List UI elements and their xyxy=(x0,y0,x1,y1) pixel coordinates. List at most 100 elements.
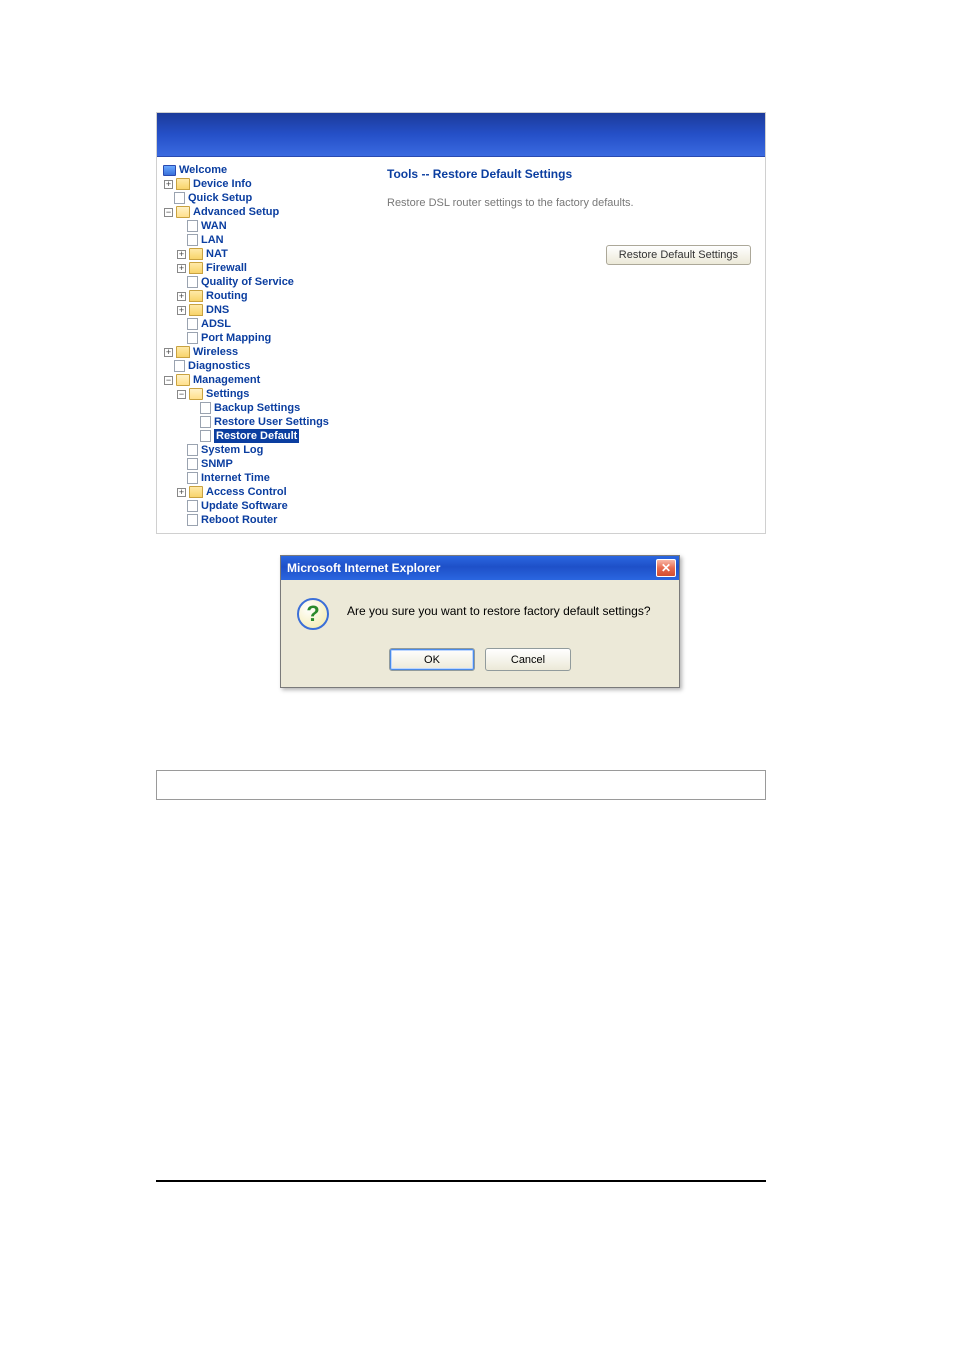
tree-item-backup-settings[interactable]: Backup Settings xyxy=(163,401,371,415)
dialog-close-button[interactable]: ✕ xyxy=(656,559,676,577)
tree-item-adsl[interactable]: ADSL xyxy=(163,317,371,331)
dialog-message: Are you sure you want to restore factory… xyxy=(347,598,651,618)
file-icon xyxy=(200,416,211,428)
expander-icon[interactable]: − xyxy=(163,375,174,386)
tree-label: NAT xyxy=(206,247,228,261)
tree-label: Restore User Settings xyxy=(214,415,329,429)
tree-label: Advanced Setup xyxy=(193,205,279,219)
expander-icon[interactable]: + xyxy=(163,347,174,358)
confirm-dialog: Microsoft Internet Explorer ✕ ? Are you … xyxy=(280,555,680,688)
expander-icon[interactable]: − xyxy=(176,389,187,400)
tree-item-device-info[interactable]: + Device Info xyxy=(163,177,371,191)
tree-item-management[interactable]: − Management xyxy=(163,373,371,387)
tree-label: DNS xyxy=(206,303,229,317)
file-icon xyxy=(187,234,198,246)
content-button-row: Restore Default Settings xyxy=(387,245,751,265)
tree-item-routing[interactable]: + Routing xyxy=(163,289,371,303)
tree-label: ADSL xyxy=(201,317,231,331)
tree-label: Backup Settings xyxy=(214,401,300,415)
tree-item-port-mapping[interactable]: Port Mapping xyxy=(163,331,371,345)
tree-label-selected: Restore Default xyxy=(214,429,299,443)
tree-label: Diagnostics xyxy=(188,359,250,373)
tree-item-internet-time[interactable]: Internet Time xyxy=(163,471,371,485)
tree-item-qos[interactable]: Quality of Service xyxy=(163,275,371,289)
tree-item-wireless[interactable]: + Wireless xyxy=(163,345,371,359)
dialog-titlebar[interactable]: Microsoft Internet Explorer ✕ xyxy=(281,556,679,580)
folder-icon xyxy=(189,262,203,274)
tree-label: Wireless xyxy=(193,345,238,359)
file-icon xyxy=(187,276,198,288)
tree-item-system-log[interactable]: System Log xyxy=(163,443,371,457)
close-icon: ✕ xyxy=(661,561,671,575)
expander-icon[interactable]: + xyxy=(176,305,187,316)
folder-icon xyxy=(176,346,190,358)
tree-label: System Log xyxy=(201,443,263,457)
tree-label: Quick Setup xyxy=(188,191,252,205)
tree-label: Firewall xyxy=(206,261,247,275)
dialog-title: Microsoft Internet Explorer xyxy=(287,561,440,575)
expander-icon[interactable]: − xyxy=(163,207,174,218)
folder-icon xyxy=(176,178,190,190)
tree-item-diagnostics[interactable]: Diagnostics xyxy=(163,359,371,373)
question-glyph: ? xyxy=(306,601,319,627)
expander-icon[interactable]: + xyxy=(176,263,187,274)
tree-item-access-control[interactable]: + Access Control xyxy=(163,485,371,499)
footer-separator xyxy=(156,1180,766,1182)
expander-icon[interactable]: + xyxy=(176,291,187,302)
tree-label: Welcome xyxy=(179,163,227,177)
file-icon xyxy=(174,192,185,204)
file-icon xyxy=(187,458,198,470)
tree-label: Settings xyxy=(206,387,249,401)
dialog-button-row: OK Cancel xyxy=(281,640,679,687)
tree-label: Port Mapping xyxy=(201,331,271,345)
expander-icon[interactable]: + xyxy=(176,487,187,498)
tree-label: Quality of Service xyxy=(201,275,294,289)
tree-item-restore-default[interactable]: Restore Default xyxy=(163,429,371,443)
file-icon xyxy=(200,402,211,414)
tree-label: WAN xyxy=(201,219,227,233)
tree-label: Management xyxy=(193,373,260,387)
tree-item-dns[interactable]: + DNS xyxy=(163,303,371,317)
ok-button[interactable]: OK xyxy=(389,648,475,671)
panel-header-bar xyxy=(157,113,765,157)
tree-item-settings[interactable]: − Settings xyxy=(163,387,371,401)
nav-tree: Welcome + Device Info Quick Setup − Adva… xyxy=(157,157,377,533)
dialog-body: ? Are you sure you want to restore facto… xyxy=(281,580,679,640)
expander-icon[interactable]: + xyxy=(163,179,174,190)
folder-open-icon xyxy=(176,374,190,386)
tree-label: Access Control xyxy=(206,485,287,499)
panel-body: Welcome + Device Info Quick Setup − Adva… xyxy=(157,157,765,533)
tree-label: Device Info xyxy=(193,177,252,191)
tree-label: Update Software xyxy=(201,499,288,513)
folder-open-icon xyxy=(189,388,203,400)
outline-box xyxy=(156,770,766,800)
question-icon: ? xyxy=(297,598,329,630)
tree-item-nat[interactable]: + NAT xyxy=(163,247,371,261)
tree-item-snmp[interactable]: SNMP xyxy=(163,457,371,471)
tree-item-update-software[interactable]: Update Software xyxy=(163,499,371,513)
router-admin-panel: Welcome + Device Info Quick Setup − Adva… xyxy=(156,112,766,534)
folder-open-icon xyxy=(176,206,190,218)
tree-label: Internet Time xyxy=(201,471,270,485)
tree-item-welcome[interactable]: Welcome xyxy=(163,163,371,177)
tree-item-wan[interactable]: WAN xyxy=(163,219,371,233)
folder-icon xyxy=(189,486,203,498)
tree-item-restore-user-settings[interactable]: Restore User Settings xyxy=(163,415,371,429)
content-description: Restore DSL router settings to the facto… xyxy=(387,197,751,209)
tree-item-advanced-setup[interactable]: − Advanced Setup xyxy=(163,205,371,219)
cancel-button[interactable]: Cancel xyxy=(485,648,571,671)
tree-item-lan[interactable]: LAN xyxy=(163,233,371,247)
restore-default-settings-button[interactable]: Restore Default Settings xyxy=(606,245,751,265)
content-title: Tools -- Restore Default Settings xyxy=(387,167,751,181)
tree-label: Reboot Router xyxy=(201,513,277,527)
tree-item-quick-setup[interactable]: Quick Setup xyxy=(163,191,371,205)
file-icon xyxy=(187,318,198,330)
file-icon xyxy=(174,360,185,372)
tree-item-reboot-router[interactable]: Reboot Router xyxy=(163,513,371,527)
tree-item-firewall[interactable]: + Firewall xyxy=(163,261,371,275)
file-icon xyxy=(187,332,198,344)
folder-icon xyxy=(189,290,203,302)
expander-icon[interactable]: + xyxy=(176,249,187,260)
file-icon xyxy=(187,220,198,232)
file-icon xyxy=(187,472,198,484)
